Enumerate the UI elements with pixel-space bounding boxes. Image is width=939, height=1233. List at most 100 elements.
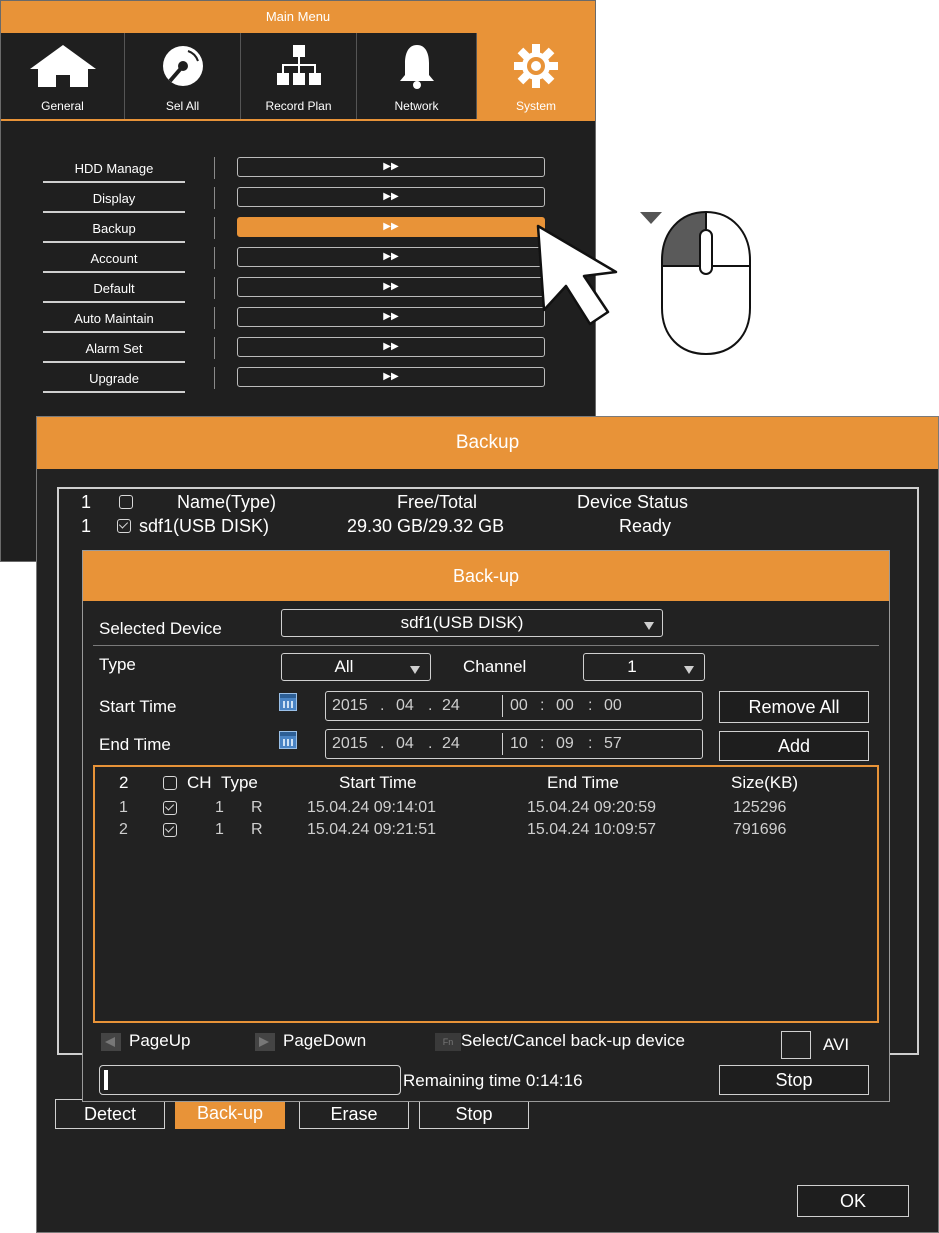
end-day[interactable]: 24 [442, 735, 460, 753]
stop-button[interactable]: Stop [719, 1065, 869, 1095]
row-ch: 1 [215, 799, 224, 816]
end-second[interactable]: 57 [604, 735, 622, 753]
tab-general-label: General [41, 99, 84, 113]
gear-icon [514, 44, 558, 88]
row-checkbox[interactable] [163, 801, 177, 815]
menu-item-hdd-manage[interactable]: HDD Manage [43, 157, 185, 183]
menu-item-auto-maintain[interactable]: Auto Maintain [43, 307, 185, 333]
menu-item-backup[interactable]: Backup [43, 217, 185, 243]
select-cancel-device-label[interactable]: Select/Cancel back-up device [461, 1031, 685, 1051]
menu-item-default[interactable]: Default [43, 277, 185, 303]
record-count: 2 [119, 773, 129, 792]
end-time-label: End Time [99, 735, 171, 754]
selected-device-dropdown[interactable]: sdf1(USB DISK) [281, 609, 663, 637]
row-index: 2 [119, 821, 128, 838]
end-year[interactable]: 2015 [332, 735, 368, 753]
menu-bar-alarm-set[interactable]: ▶▶ [237, 337, 545, 357]
menu-bar-account[interactable]: ▶▶ [237, 247, 545, 267]
start-year[interactable]: 2015 [332, 697, 368, 715]
menu-bar-default[interactable]: ▶▶ [237, 277, 545, 297]
type-dropdown[interactable]: All [281, 653, 431, 681]
menu-divider [214, 217, 215, 239]
tab-record-plan-label: Record Plan [265, 99, 332, 113]
table-row[interactable]: 2 1 R 15.04.24 09:21:51 15.04.24 10:09:5… [95, 819, 877, 841]
backup-button[interactable]: Back-up [175, 1099, 285, 1129]
selected-device-value: sdf1(USB DISK) [400, 613, 524, 632]
start-day[interactable]: 24 [442, 697, 460, 715]
menu-item-alarm-set[interactable]: Alarm Set [43, 337, 185, 363]
header-start-time: Start Time [339, 773, 417, 792]
menu-divider [214, 307, 215, 329]
detect-button[interactable]: Detect [55, 1099, 165, 1129]
tab-record-plan[interactable]: Record Plan [241, 33, 357, 119]
menu-bar-upgrade[interactable]: ▶▶ [237, 367, 545, 387]
device-row-index: 1 [81, 516, 92, 536]
select-all-records-checkbox[interactable] [163, 776, 177, 790]
page-up-icon[interactable] [101, 1033, 121, 1051]
remove-all-button[interactable]: Remove All [719, 691, 869, 723]
erase-button[interactable]: Erase [299, 1099, 409, 1129]
menu-item-account[interactable]: Account [43, 247, 185, 273]
page-down-icon[interactable] [255, 1033, 275, 1051]
menu-bar-display[interactable]: ▶▶ [237, 187, 545, 207]
time-sep: : [588, 697, 593, 714]
menu-bar-backup[interactable]: ▶▶ [237, 217, 545, 237]
backup-dialog: Back-up Selected Device sdf1(USB DISK) T… [82, 550, 890, 1102]
header-ch: CH [187, 773, 212, 792]
menu-item-upgrade[interactable]: Upgrade [43, 367, 185, 393]
tab-underline [1, 119, 595, 121]
device-row-name: sdf1(USB DISK) [139, 516, 270, 536]
tab-system[interactable]: System [477, 33, 595, 119]
channel-label: Channel [463, 657, 527, 676]
row-end: 15.04.24 09:20:59 [527, 799, 657, 816]
row-checkbox[interactable] [163, 823, 177, 837]
tab-sel-all[interactable]: Sel All [125, 33, 241, 119]
menu-divider [214, 187, 215, 209]
tab-network[interactable]: Network [357, 33, 477, 119]
menu-bar-auto-maintain[interactable]: ▶▶ [237, 307, 545, 327]
channel-dropdown[interactable]: 1 [583, 653, 705, 681]
start-month[interactable]: 04 [396, 697, 414, 715]
end-minute[interactable]: 09 [556, 735, 574, 753]
start-minute[interactable]: 00 [556, 697, 574, 715]
end-time-field[interactable]: 2015 . 04 . 24 10 : 09 : 57 [325, 729, 703, 759]
calendar-icon[interactable] [279, 731, 297, 749]
menu-divider [214, 247, 215, 269]
start-hour[interactable]: 00 [510, 697, 528, 715]
row-start: 15.04.24 09:14:01 [307, 799, 437, 816]
table-row[interactable]: 1 1 R 15.04.24 09:14:01 15.04.24 09:20:5… [95, 797, 877, 819]
add-button[interactable]: Add [719, 731, 869, 761]
menu-divider [214, 367, 215, 389]
pointer-cursor-icon [536, 224, 618, 326]
fn-key-icon: Fn [435, 1033, 461, 1051]
ok-button[interactable]: OK [797, 1185, 909, 1217]
row-start: 15.04.24 09:21:51 [307, 821, 437, 838]
field-divider [502, 733, 503, 755]
menu-bar-hdd-manage[interactable]: ▶▶ [237, 157, 545, 177]
menu-divider [214, 157, 215, 179]
end-hour[interactable]: 10 [510, 735, 528, 753]
bell-icon [399, 45, 434, 89]
tab-general[interactable]: General [1, 33, 125, 119]
menu-item-display[interactable]: Display [43, 187, 185, 213]
disc-icon [162, 46, 203, 86]
header-free-total: Free/Total [397, 492, 478, 512]
select-all-devices-checkbox[interactable] [119, 495, 133, 509]
avi-checkbox[interactable] [781, 1031, 811, 1059]
page-down-label[interactable]: PageDown [283, 1031, 366, 1051]
start-second[interactable]: 00 [604, 697, 622, 715]
page-up-label[interactable]: PageUp [129, 1031, 190, 1051]
main-menu-title: Main Menu [1, 1, 595, 33]
row-ch: 1 [215, 821, 224, 838]
calendar-icon[interactable] [279, 693, 297, 711]
row-size: 125296 [733, 799, 787, 816]
tab-network-label: Network [394, 99, 439, 113]
stop-bottom-button[interactable]: Stop [419, 1099, 529, 1129]
row-type: R [251, 821, 263, 838]
end-month[interactable]: 04 [396, 735, 414, 753]
progress-bar [99, 1065, 401, 1095]
device-count: 1 [81, 492, 92, 512]
device-row-checkbox[interactable] [117, 519, 131, 533]
channel-value: 1 [627, 657, 637, 676]
start-time-field[interactable]: 2015 . 04 . 24 00 : 00 : 00 [325, 691, 703, 721]
